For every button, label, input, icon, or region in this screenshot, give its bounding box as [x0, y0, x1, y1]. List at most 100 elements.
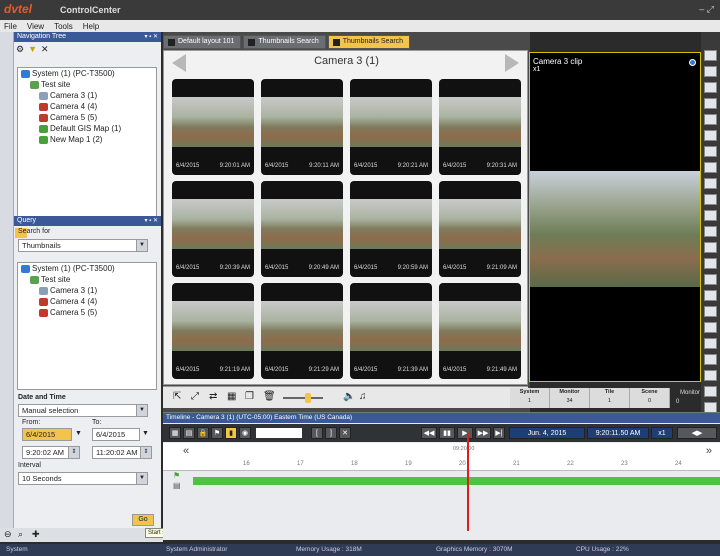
pin-icon[interactable]: ▾ ▪ ✕	[145, 216, 159, 226]
timeline-speed[interactable]: x1	[651, 427, 673, 439]
from-time-field[interactable]: 9:20:02 AM ⇕	[22, 446, 80, 459]
tree-item[interactable]: Default GIS Map (1)	[18, 123, 156, 134]
timeline-tool-icon[interactable]: ▦	[169, 427, 181, 439]
layout-grid-icon[interactable]	[704, 98, 717, 109]
chart-icon[interactable]: ▮	[225, 427, 237, 439]
thumbnail[interactable]: 6/4/2015 9:20:31 AM	[439, 79, 521, 175]
export-icon[interactable]: ⇱	[173, 391, 181, 402]
layout-grid-icon[interactable]	[704, 306, 717, 317]
menu-view[interactable]: View	[27, 22, 44, 31]
audio-icon[interactable]: ♫	[359, 391, 367, 402]
menu-help[interactable]: Help	[83, 22, 99, 31]
from-date-field[interactable]: 6/4/2015	[22, 428, 72, 441]
mark-in-icon[interactable]: [	[311, 427, 323, 439]
play-icon[interactable]: ▶	[457, 427, 473, 439]
layout-grid-icon[interactable]	[704, 370, 717, 381]
layout-grid-icon[interactable]	[704, 82, 717, 93]
tree-item[interactable]: Camera 4 (4)	[18, 296, 156, 307]
search-for-select[interactable]: Thumbnails ▼	[18, 239, 148, 252]
stepper-icon[interactable]: ⇕	[140, 447, 151, 458]
go-button[interactable]: Go	[132, 514, 154, 526]
layout-grid-icon[interactable]	[704, 354, 717, 365]
fast-forward-icon[interactable]: ▶▶	[475, 427, 491, 439]
tree-item[interactable]: New Map 1 (2)	[18, 134, 156, 145]
menu-tools[interactable]: Tools	[54, 22, 73, 31]
tree-item[interactable]: Test site	[18, 79, 156, 90]
layout-grid-icon[interactable]	[704, 242, 717, 253]
thumbnail[interactable]: 6/4/2015 9:20:11 AM	[261, 79, 343, 175]
tree-item[interactable]: System (1) (PC-T3500)	[18, 263, 156, 274]
thumbnail[interactable]: 6/4/2015 9:20:21 AM	[350, 79, 432, 175]
delete-icon[interactable]: ✕	[41, 44, 49, 56]
search-icon[interactable]: ⌕	[18, 529, 23, 540]
layout-grid-icon[interactable]	[704, 66, 717, 77]
copy-icon[interactable]: ❐	[245, 391, 254, 402]
volume-icon[interactable]: 🔈	[343, 391, 355, 402]
scroll-right-icon[interactable]: »	[706, 445, 712, 457]
next-arrow-icon[interactable]	[505, 54, 519, 72]
tree-item[interactable]: Camera 3 (1)	[18, 285, 156, 296]
stepper-icon[interactable]: ⇕	[68, 447, 79, 458]
tab-2[interactable]: Thumbnails Search	[327, 35, 411, 49]
pin-icon[interactable]: ▾ ▪ ✕	[145, 32, 159, 42]
trash-icon[interactable]: 🗑	[263, 391, 276, 402]
layout-grid-icon[interactable]	[704, 50, 717, 61]
tree-item[interactable]: System (1) (PC-T3500)	[18, 68, 156, 79]
interval-select[interactable]: 10 Seconds ▼	[18, 472, 148, 485]
thumbnail[interactable]: 6/4/2015 9:20:01 AM	[172, 79, 254, 175]
layout-grid-icon[interactable]	[704, 274, 717, 285]
layout-grid-icon[interactable]	[704, 162, 717, 173]
layout-grid-icon[interactable]	[704, 322, 717, 333]
tree-item[interactable]: Camera 5 (5)	[18, 307, 156, 318]
timeline-playhead[interactable]	[467, 433, 469, 531]
close-icon[interactable]: ✕	[339, 427, 351, 439]
calendar-icon[interactable]: ▼	[75, 430, 82, 437]
thumbnail[interactable]: 6/4/2015 9:21:39 AM	[350, 283, 432, 379]
tree-item[interactable]: Camera 3 (1)	[18, 90, 156, 101]
zoom-slider[interactable]	[283, 397, 323, 399]
thumbnail[interactable]: 6/4/2015 9:20:59 AM	[350, 181, 432, 277]
to-time-field[interactable]: 11:20:02 AM ⇕	[92, 446, 152, 459]
thumbnail[interactable]: 6/4/2015 9:20:39 AM	[172, 181, 254, 277]
layout-grid-icon[interactable]	[704, 226, 717, 237]
layout-grid-icon[interactable]	[704, 386, 717, 397]
speed-control-icon[interactable]: ◀▶	[677, 427, 717, 439]
layout-grid-icon[interactable]	[704, 338, 717, 349]
step-icon[interactable]: ▶|	[493, 427, 505, 439]
rewind-icon[interactable]: ◀◀	[421, 427, 437, 439]
thumbnail[interactable]: 6/4/2015 9:21:29 AM	[261, 283, 343, 379]
layout-icon[interactable]: ⇄	[209, 391, 217, 402]
timeline-search-input[interactable]	[255, 427, 303, 439]
tile-icon[interactable]: ▦	[227, 391, 236, 402]
tree-item[interactable]: Camera 4 (4)	[18, 101, 156, 112]
menu-file[interactable]: File	[4, 22, 17, 31]
calendar-icon[interactable]: ▼	[142, 430, 149, 437]
layout-grid-icon[interactable]	[704, 290, 717, 301]
layout-grid-icon[interactable]	[704, 258, 717, 269]
thumbnail[interactable]: 6/4/2015 9:20:49 AM	[261, 181, 343, 277]
pause-icon[interactable]: ▮▮	[439, 427, 455, 439]
tab-1[interactable]: Thumbnails Search	[243, 35, 326, 49]
bookmark-icon[interactable]: ⚑	[211, 427, 223, 439]
scroll-left-icon[interactable]: «	[183, 445, 189, 457]
fullscreen-icon[interactable]: ⤢	[191, 391, 199, 402]
thumbnail[interactable]: 6/4/2015 9:21:49 AM	[439, 283, 521, 379]
timeline-ruler[interactable]: « » 16 17 18 19 20 21 22 23 24	[163, 443, 720, 471]
date-mode-select[interactable]: Manual selection ▼	[18, 404, 148, 417]
layout-grid-icon[interactable]	[704, 146, 717, 157]
tree-item[interactable]: Test site	[18, 274, 156, 285]
layout-grid-icon[interactable]	[704, 130, 717, 141]
zoom-slider-thumb[interactable]	[305, 393, 311, 403]
clip-view[interactable]: Camera 3 clip x1	[529, 52, 701, 382]
mark-out-icon[interactable]: ]	[325, 427, 337, 439]
to-date-field[interactable]: 6/4/2015	[92, 428, 140, 441]
thumbnail[interactable]: 6/4/2015 9:21:19 AM	[172, 283, 254, 379]
filter-icon[interactable]: ▼	[28, 44, 37, 56]
thumbnail[interactable]: 6/4/2015 9:21:09 AM	[439, 181, 521, 277]
layout-grid-icon[interactable]	[704, 114, 717, 125]
layout-grid-icon[interactable]	[704, 178, 717, 189]
add-icon[interactable]: ✚	[32, 529, 40, 540]
layout-grid-icon[interactable]	[704, 210, 717, 221]
tab-0[interactable]: Default layout 101	[163, 35, 242, 49]
timeline-track[interactable]	[193, 477, 720, 485]
